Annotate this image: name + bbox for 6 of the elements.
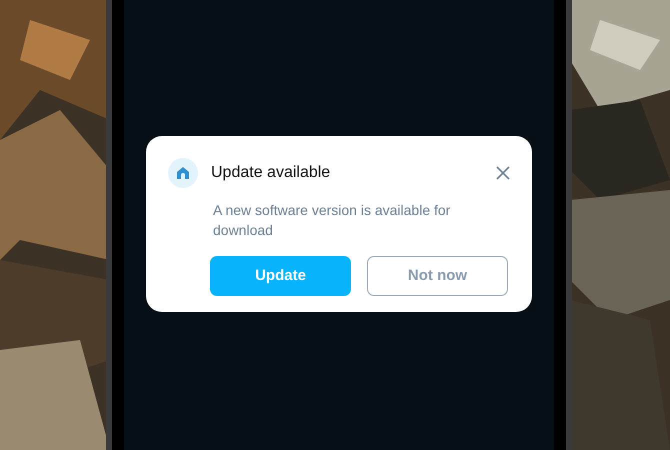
dismiss-button[interactable]: Not now (367, 256, 508, 296)
home-icon (168, 158, 198, 188)
dialog-message: A new software version is available for download (213, 201, 452, 240)
dialog-title: Update available (211, 163, 332, 183)
close-icon[interactable] (496, 166, 510, 180)
update-button[interactable]: Update (210, 256, 351, 296)
